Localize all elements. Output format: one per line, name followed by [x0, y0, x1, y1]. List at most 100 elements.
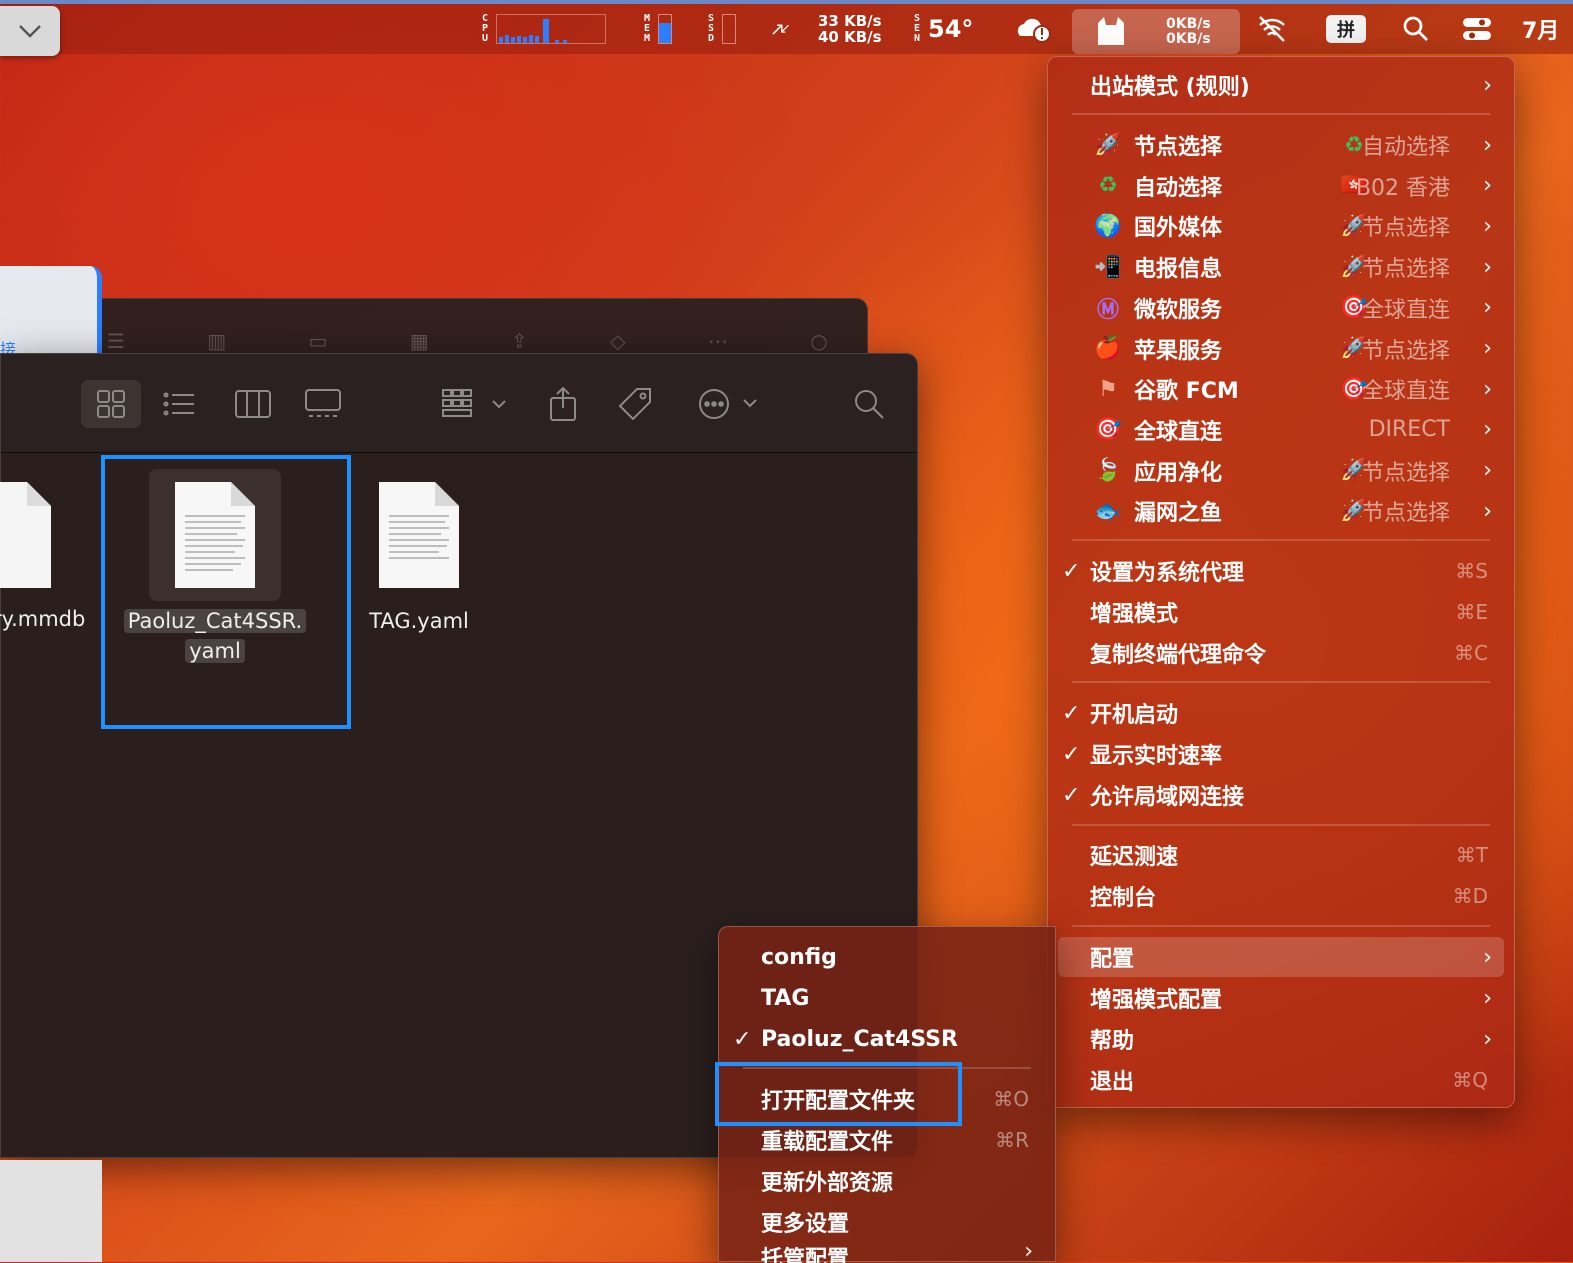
spotlight-search-icon[interactable] [1402, 4, 1430, 54]
help-item[interactable]: 帮助 › [1048, 1019, 1514, 1059]
chevron-down-icon[interactable] [0, 6, 60, 56]
hosted-config-item[interactable]: 托管配置 › [719, 1239, 1055, 1263]
dashboard-item[interactable]: 控制台 ⌘D [1048, 876, 1514, 916]
proxy-group-item[interactable]: 🌍 国外媒体 🚀 节点选择 › [1048, 206, 1514, 246]
net-up-speed: 33 KB/s [818, 12, 882, 30]
checkmark-icon: ✓ [733, 1026, 752, 1052]
telegram-icon: 📲 [1094, 254, 1122, 280]
tag-icon[interactable] [613, 380, 657, 428]
control-center-icon[interactable] [1462, 4, 1492, 54]
temperature-monitor[interactable]: SEN 54° [912, 4, 973, 54]
proxy-group-selection: 节点选择 [1361, 338, 1450, 364]
proxy-group-item[interactable]: 🍎 苹果服务 🚀 节点选择 › [1048, 329, 1514, 369]
chevron-right-icon: › [1483, 173, 1492, 199]
shortcut: ⌘C [1454, 641, 1488, 665]
file-name-mmdb[interactable]: ry.mmdb [0, 604, 103, 634]
quit-item[interactable]: 退出 ⌘Q [1048, 1060, 1514, 1100]
proxy-group-name: 电报信息 [1134, 257, 1223, 283]
shortcut: ⌘Q [1452, 1068, 1488, 1092]
shortcut: ⌘E [1455, 600, 1488, 624]
allow-lan-item[interactable]: ✓ 允许局域网连接 [1048, 775, 1514, 815]
enhanced-config-label: 增强模式配置 [1090, 988, 1223, 1013]
proxy-group-selection: 自动选择 [1361, 135, 1450, 160]
proxy-group-item[interactable]: 🚀 节点选择 ♻ 自动选择 › [1048, 125, 1514, 165]
network-speed[interactable]: 33 KB/s 40 KB/s [818, 4, 882, 54]
clean-icon: 🍃 [1094, 458, 1122, 484]
chevron-right-icon: › [1483, 1026, 1492, 1052]
chevron-right-icon: › [1483, 213, 1492, 239]
menu-divider [1072, 824, 1490, 826]
group-by-icon[interactable] [437, 380, 511, 428]
reload-config-item[interactable]: 重载配置文件 ⌘R [719, 1120, 1055, 1160]
ssd-bar [722, 14, 736, 44]
proxy-group-selection: 全球直连 [1361, 379, 1450, 405]
background-window-tab[interactable]: 接 [0, 266, 102, 366]
proxy-group-name: 自动选择 [1134, 175, 1223, 201]
show-speed-item[interactable]: ✓ 显示实时速率 [1048, 734, 1514, 774]
column-view-icon[interactable] [231, 380, 275, 428]
wifi-off-icon[interactable] [1256, 4, 1288, 54]
proxy-group-name: 节点选择 [1134, 135, 1223, 160]
globe-icon: 🌍 [1094, 213, 1122, 239]
search-icon[interactable] [847, 380, 891, 428]
memory-bar [658, 14, 672, 44]
recycle-icon: ♻ [1098, 173, 1118, 199]
finder-toolbar [1, 354, 917, 453]
proxy-group-item[interactable]: 📲 电报信息 🚀 节点选择 › [1048, 247, 1514, 287]
input-method[interactable]: 拼 [1326, 4, 1366, 54]
cpu-monitor[interactable]: CPU [480, 4, 606, 54]
profile-config-item[interactable]: config [719, 937, 1055, 977]
yaml-file-icon[interactable] [379, 482, 459, 592]
chevron-right-icon: › [1483, 458, 1492, 484]
more-actions-icon[interactable] [691, 380, 767, 428]
copy-terminal-proxy-label: 复制终端代理命令 [1090, 643, 1267, 668]
proxy-group-item[interactable]: Ⓜ 微软服务 🎯 全球直连 › [1048, 288, 1514, 328]
config-item[interactable]: 配置 › [1058, 937, 1504, 977]
gallery-view-icon[interactable] [301, 380, 345, 428]
more-settings-item[interactable]: 更多设置 [719, 1202, 1055, 1242]
mmdb-file-icon[interactable] [0, 482, 53, 594]
clock[interactable]: 7月 [1522, 4, 1559, 54]
proxy-group-item[interactable]: 🎯 全球直连 DIRECT › [1048, 410, 1514, 450]
proxy-group-name: 漏网之鱼 [1134, 501, 1223, 527]
allow-lan-label: 允许局域网连接 [1090, 785, 1245, 810]
latency-test-item[interactable]: 延迟测速 ⌘T [1048, 835, 1514, 875]
outbound-mode-item[interactable]: 出站模式 (规则) › [1048, 65, 1514, 105]
proxy-group-item[interactable]: 🐟 漏网之鱼 🚀 节点选择 › [1048, 491, 1514, 531]
clash-menu-extra[interactable]: 0KB/s 0KB/s [1072, 9, 1240, 54]
file-name-tag[interactable]: TAG.yaml [359, 606, 479, 636]
proxy-group-name: 谷歌 FCM [1134, 379, 1239, 405]
chevron-right-icon: › [1483, 254, 1492, 280]
list-view-icon[interactable] [157, 380, 201, 428]
profile-name: config [761, 944, 837, 970]
launch-at-login-item[interactable]: ✓ 开机启动 [1048, 693, 1514, 733]
disk-monitor[interactable]: SSD [706, 4, 736, 54]
proxy-group-item[interactable]: ♻ 自动选择 🇭🇰 B02 香港 › [1048, 166, 1514, 206]
memory-monitor[interactable]: MEM [642, 4, 672, 54]
copy-terminal-proxy-item[interactable]: 复制终端代理命令 ⌘C [1048, 633, 1514, 673]
update-external-resources-item[interactable]: 更新外部资源 [719, 1161, 1055, 1201]
system-proxy-item[interactable]: ✓ 设置为系统代理 ⌘S [1048, 551, 1514, 591]
proxy-group-item[interactable]: 🍃 应用净化 🚀 节点选择 › [1048, 451, 1514, 491]
proxy-group-item[interactable]: ⚑ 谷歌 FCM 🎯 全球直连 › [1048, 369, 1514, 409]
profile-paoluz-item[interactable]: ✓ Paoluz_Cat4SSR [719, 1019, 1055, 1059]
ssd-label: SSD [707, 13, 715, 44]
enhanced-config-item[interactable]: 增强模式配置 › [1048, 978, 1514, 1018]
chevron-right-icon: › [1483, 376, 1492, 402]
enhanced-mode-item[interactable]: 增强模式 ⌘E [1048, 592, 1514, 632]
proxy-group-selection: 节点选择 [1361, 501, 1450, 527]
microsoft-icon: Ⓜ [1096, 297, 1119, 323]
weather-alert-icon[interactable] [1014, 4, 1054, 54]
cpu-graph [496, 14, 606, 44]
chevron-right-icon: › [1483, 417, 1492, 443]
enhanced-mode-label: 增强模式 [1090, 602, 1179, 627]
profile-tag-item[interactable]: TAG [719, 978, 1055, 1018]
clash-cat-icon [1094, 15, 1128, 51]
menu-divider [1072, 113, 1490, 115]
target-icon: 🎯 [1094, 417, 1122, 443]
menu-bar: CPU MEM SSD ↗↙ 33 KB/s 40 KB/s SEN 54° [0, 0, 1573, 54]
shortcut: ⌘T [1455, 843, 1488, 867]
share-icon[interactable] [541, 380, 585, 428]
dashboard-label: 控制台 [1090, 886, 1157, 911]
icon-view-icon[interactable] [81, 380, 141, 428]
